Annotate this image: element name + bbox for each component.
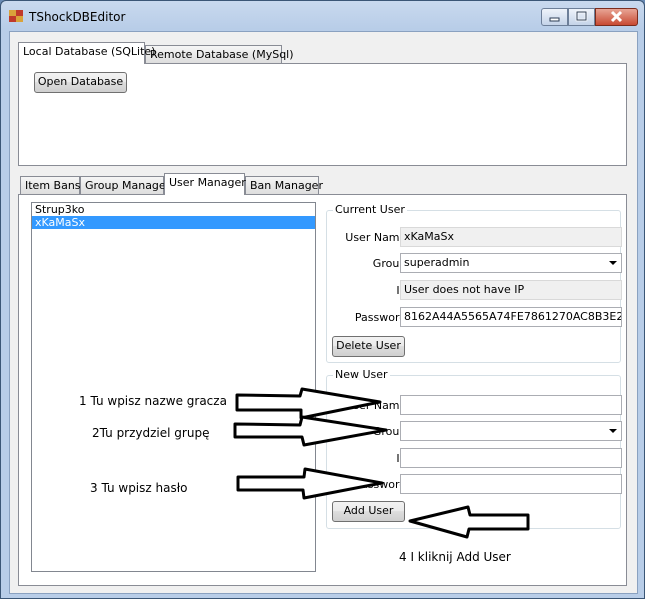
tab-remote-database-label: Remote Database (MySql) <box>150 48 294 61</box>
list-item[interactable]: Strup3ko <box>32 203 315 216</box>
new-ip-field[interactable] <box>400 448 622 468</box>
add-user-button[interactable]: Add User <box>332 501 405 522</box>
delete-user-button[interactable]: Delete User <box>332 336 405 357</box>
maximize-button[interactable] <box>568 8 595 26</box>
chevron-down-icon[interactable] <box>609 429 617 433</box>
open-database-button[interactable]: Open Database <box>34 72 127 93</box>
current-username-field[interactable]: xKaMaSx <box>400 227 622 247</box>
current-ip-field[interactable]: User does not have IP <box>400 280 622 300</box>
current-group-select[interactable]: superadmin <box>400 253 622 273</box>
app-icon <box>9 10 23 22</box>
annotation-1: 1 Tu wpisz nazwe gracza <box>79 394 227 408</box>
current-user-group: Current User User Name: xKaMaSx Group: s… <box>326 203 622 363</box>
new-user-title: New User <box>333 368 390 381</box>
tab-user-manager-label: User Manager <box>169 176 246 189</box>
annotation-4: 4 I kliknij Add User <box>399 550 511 564</box>
maximize-icon <box>575 10 588 22</box>
window-title: TShockDBEditor <box>29 10 126 24</box>
tab-user-manager[interactable]: User Manager <box>164 173 246 195</box>
minimize-icon <box>549 17 560 22</box>
new-user-group: New User User Name: Group: IP: Password:… <box>326 368 622 529</box>
minimize-button[interactable] <box>541 8 568 26</box>
new-password-field[interactable] <box>400 474 622 494</box>
close-button[interactable] <box>595 8 638 26</box>
user-manager-tab-panel: Strup3ko xKaMaSx Current User User Name:… <box>18 194 627 586</box>
new-username-field[interactable] <box>400 395 622 415</box>
current-group-value: superadmin <box>404 256 470 269</box>
tab-remote-database[interactable]: Remote Database (MySql) <box>145 45 294 64</box>
close-icon <box>610 10 623 23</box>
list-item[interactable]: xKaMaSx <box>32 216 315 229</box>
tab-group-manager[interactable]: Group Manager <box>80 176 170 195</box>
tab-ban-manager[interactable]: Ban Manager <box>245 176 323 195</box>
current-user-title: Current User <box>333 203 407 216</box>
annotation-2: 2Tu przydziel grupę <box>92 426 210 440</box>
database-tab-panel: Open Database <box>18 63 627 166</box>
app-window: TShockDBEditor Local Database (SQLite) R… <box>0 0 645 599</box>
tab-local-database[interactable]: Local Database (SQLite) <box>18 42 155 64</box>
title-bar[interactable]: TShockDBEditor <box>1 1 644 31</box>
current-password-field[interactable]: 8162A44A5565A74FE7861270AC8B3E2F220 <box>400 307 622 327</box>
new-group-select[interactable] <box>400 421 622 441</box>
tab-group-manager-label: Group Manager <box>85 179 171 192</box>
user-list[interactable]: Strup3ko xKaMaSx <box>31 202 316 572</box>
tab-item-bans-label: Item Bans <box>25 179 81 192</box>
annotation-3: 3 Tu wpisz hasło <box>90 481 188 495</box>
client-area: Local Database (SQLite) Remote Database … <box>9 31 638 594</box>
tab-ban-manager-label: Ban Manager <box>250 179 323 192</box>
tab-local-database-label: Local Database (SQLite) <box>23 45 156 58</box>
chevron-down-icon[interactable] <box>609 261 617 265</box>
tab-item-bans[interactable]: Item Bans <box>20 176 81 195</box>
